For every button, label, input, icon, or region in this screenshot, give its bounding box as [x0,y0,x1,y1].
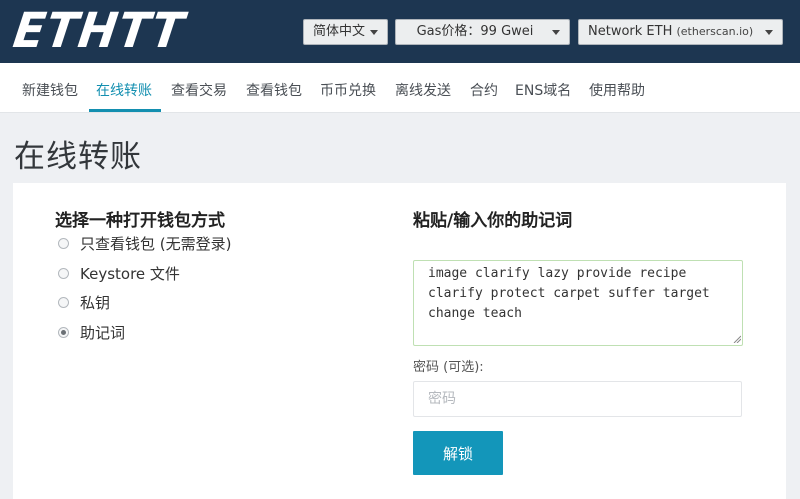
password-input[interactable] [413,381,742,417]
radio-button[interactable] [58,296,69,308]
chevron-down-icon [552,30,560,35]
gas-price-value: Gas价格：99 Gwei [416,24,534,39]
mnemonic-heading: 粘贴/输入你的助记词 [413,211,573,231]
language-select-value: 简体中文 [313,24,366,39]
option-label: Keystore 文件 [80,264,180,283]
unlock-button[interactable]: 解锁 [413,431,503,475]
gas-price-select[interactable]: Gas价格：99 Gwei [395,19,570,45]
option-label: 助记词 [80,323,126,342]
network-select[interactable]: Network ETH (etherscan.io) [578,19,783,45]
nav-view-wallet[interactable]: 查看钱包 [246,80,302,100]
radio-button[interactable] [58,267,69,279]
active-tab-indicator [89,109,161,112]
option-view-only[interactable]: 只查看钱包 (无需登录) [58,233,231,253]
nav-offline-send[interactable]: 离线发送 [395,80,451,100]
top-header: ETHTT 简体中文 Gas价格：99 Gwei Network ETH (et… [0,0,800,63]
option-label: 私钥 [80,293,111,312]
radio-button[interactable] [58,237,69,249]
logo[interactable]: ETHTT [10,2,188,59]
resize-handle-icon[interactable] [733,335,741,343]
chevron-down-icon [370,30,378,35]
option-private-key[interactable]: 私钥 [58,292,110,312]
nav-send-online[interactable]: 在线转账 [96,80,152,100]
password-label: 密码 (可选): [413,360,484,375]
nav-new-wallet[interactable]: 新建钱包 [22,80,78,100]
nav-ens[interactable]: ENS域名 [515,80,571,100]
page-title: 在线转账 [14,139,142,175]
nav-view-transaction[interactable]: 查看交易 [171,80,227,100]
mnemonic-input[interactable] [413,260,743,346]
access-method-heading: 选择一种打开钱包方式 [55,211,225,231]
option-keystore[interactable]: Keystore 文件 [58,263,180,283]
nav-contracts[interactable]: 合约 [470,80,498,100]
language-select[interactable]: 简体中文 [303,19,388,45]
radio-button-checked[interactable] [58,326,69,338]
network-select-value: Network ETH [588,24,673,39]
option-label: 只查看钱包 (无需登录) [80,234,232,253]
option-mnemonic[interactable]: 助记词 [58,322,125,342]
main-nav: 新建钱包 在线转账 查看交易 查看钱包 币币兑换 离线发送 合约 ENS域名 使… [0,63,800,113]
nav-help[interactable]: 使用帮助 [589,80,645,100]
chevron-down-icon [765,30,773,35]
nav-swap[interactable]: 币币兑换 [320,80,376,100]
network-select-provider: (etherscan.io) [676,25,754,38]
wallet-access-card: 选择一种打开钱包方式 只查看钱包 (无需登录) Keystore 文件 私钥 助… [13,183,786,499]
